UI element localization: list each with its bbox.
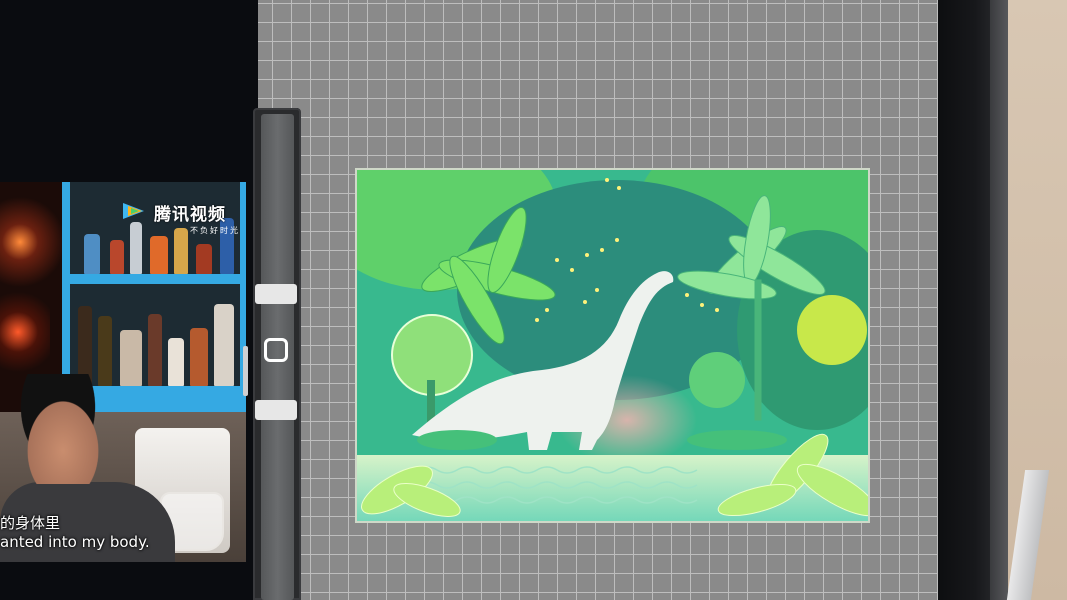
video-shelf-bottom: [70, 284, 240, 386]
handle-center-button[interactable]: [264, 338, 288, 362]
video-panel[interactable]: 腾讯视频 不负好时光 的身体里 anted into my body.: [0, 0, 258, 600]
video-watermark: 腾讯视频 不负好时光: [120, 200, 240, 236]
video-frame[interactable]: [0, 182, 246, 562]
canvas-grid-strip: [258, 0, 298, 108]
monitor-edge: [990, 0, 1010, 600]
handle-bottom-button[interactable]: [255, 400, 297, 420]
tencent-video-logo-icon: [123, 203, 144, 219]
watermark-subtitle: 不负好时光: [190, 226, 240, 235]
video-person-head: [8, 374, 108, 484]
dinosaur-jungle-artwork[interactable]: [355, 168, 870, 523]
subtitle-english: anted into my body.: [0, 533, 150, 551]
handle-top-button[interactable]: [255, 284, 297, 304]
subtitle-chinese: 的身体里: [0, 514, 61, 532]
dinosaur-jungle-illustration: [357, 170, 868, 521]
watermark-title: 腾讯视频: [154, 205, 226, 225]
video-scroll-thumb[interactable]: [243, 346, 248, 396]
